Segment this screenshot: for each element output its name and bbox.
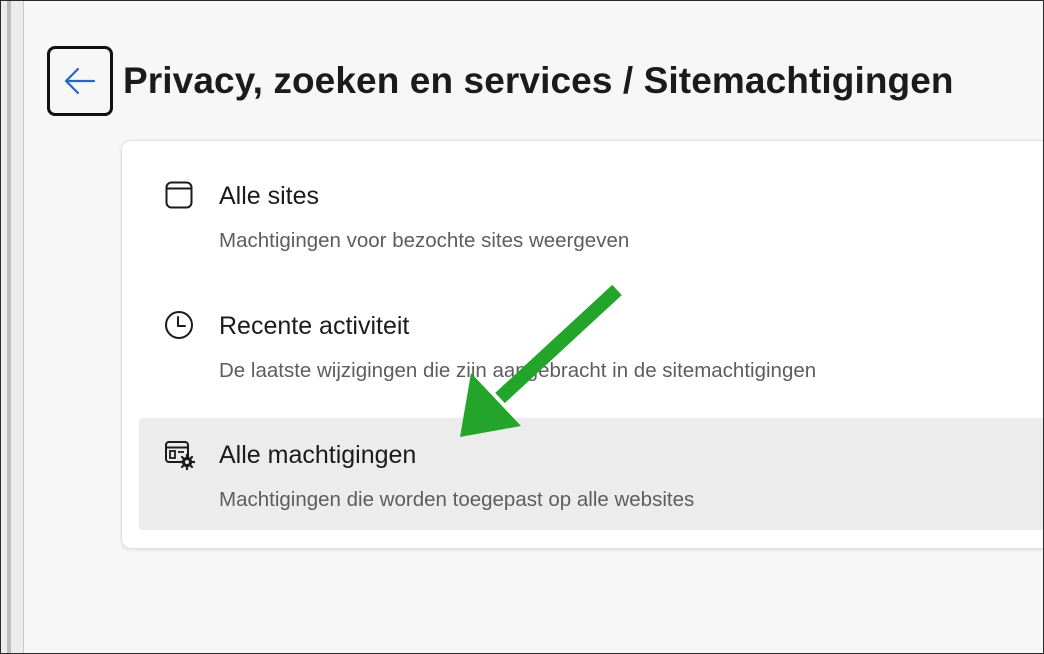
back-button[interactable] — [47, 46, 113, 116]
list-item-description: Machtigingen voor bezochte sites weergev… — [219, 229, 630, 252]
window-settings-icon — [165, 441, 195, 470]
window-edge-stripe — [7, 1, 11, 653]
arrow-left-icon — [64, 67, 96, 95]
list-item-alle-sites[interactable]: Alle sites Machtigingen voor bezochte si… — [139, 159, 1044, 271]
clock-icon — [165, 311, 193, 339]
browser-window-icon — [165, 181, 193, 209]
list-item-recente-activiteit[interactable]: Recente activiteit De laatste wijziginge… — [139, 289, 1044, 401]
list-item-description: Machtigingen die worden toegepast op all… — [219, 488, 695, 511]
window-left-edge — [1, 1, 24, 653]
page-title: Privacy, zoeken en services / Sitemachti… — [123, 60, 954, 101]
permissions-card: Alle sites Machtigingen voor bezochte si… — [121, 140, 1044, 549]
list-item-alle-machtigingen[interactable]: Alle machtigingen Machtigingen die worde… — [139, 418, 1044, 530]
list-item-title: Recente activiteit — [219, 312, 410, 340]
list-item-title: Alle machtigingen — [219, 441, 417, 469]
list-item-description: De laatste wijzigingen die zijn aangebra… — [219, 359, 817, 382]
list-item-title: Alle sites — [219, 182, 320, 210]
